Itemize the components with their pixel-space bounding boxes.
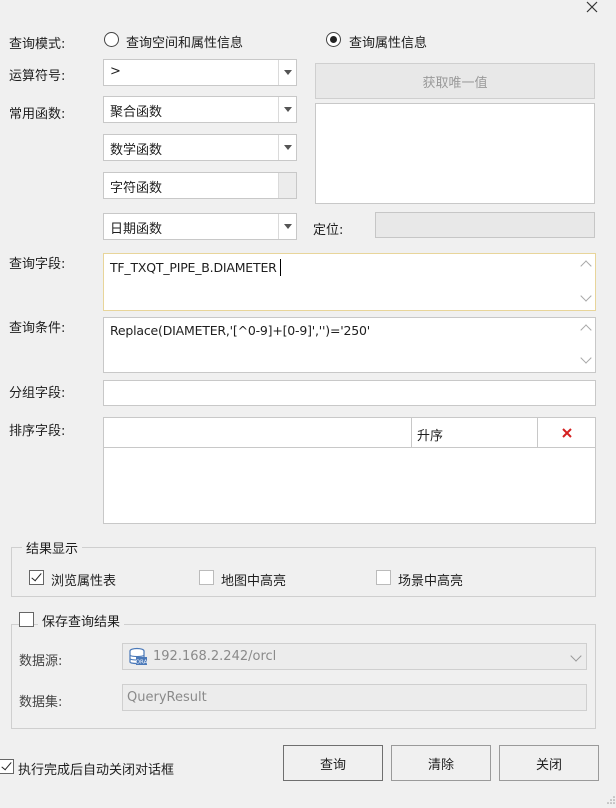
save-result-group xyxy=(11,624,596,729)
chevron-down-icon[interactable] xyxy=(278,135,296,160)
scroll-down-icon[interactable] xyxy=(580,352,592,364)
resize-grip-icon[interactable] xyxy=(606,793,616,804)
result-display-legend: 结果显示 xyxy=(22,538,83,557)
datasource-select[interactable]: ORA 192.168.2.242/orcl xyxy=(122,643,587,670)
sort-field-cell[interactable] xyxy=(104,418,412,447)
query-field-value: TF_TXQT_PIPE_B.DIAMETER xyxy=(110,260,277,275)
operator-value: > xyxy=(110,64,121,79)
query-button[interactable]: 查询 xyxy=(283,745,383,781)
locate-label: 定位: xyxy=(313,223,344,238)
group-field-input[interactable] xyxy=(103,380,596,406)
scene-highlight-label[interactable]: 场景中高亮 xyxy=(398,570,463,589)
query-condition-value: Replace(DIAMETER,'[^0-9]+[0-9]','')='250… xyxy=(110,323,370,338)
query-button-label: 查询 xyxy=(319,757,346,773)
clear-button[interactable]: 清除 xyxy=(391,745,491,781)
dataset-value: QueryResult xyxy=(127,690,207,705)
functions-label: 常用函数: xyxy=(9,107,66,122)
string-functions-select[interactable]: 字符函数 xyxy=(103,172,297,199)
query-field-scrollbar[interactable] xyxy=(578,254,595,310)
close-icon[interactable] xyxy=(583,0,601,16)
date-functions-value: 日期函数 xyxy=(110,222,163,237)
get-unique-values-label: 获取唯一值 xyxy=(422,75,488,91)
sort-order-value: 升序 xyxy=(417,429,444,444)
clear-button-label: 清除 xyxy=(427,757,454,773)
query-condition-textarea[interactable]: Replace(DIAMETER,'[^0-9]+[0-9]','')='250… xyxy=(103,317,596,373)
query-condition-scrollbar[interactable] xyxy=(578,318,595,372)
sort-row: 升序 xyxy=(104,418,595,448)
scroll-up-icon[interactable] xyxy=(580,324,592,336)
query-field-label: 查询字段: xyxy=(9,257,66,272)
map-highlight-checkbox[interactable] xyxy=(199,570,214,585)
delete-x-icon[interactable] xyxy=(538,418,595,447)
browse-table-label[interactable]: 浏览属性表 xyxy=(51,570,116,589)
datasource-value: 192.168.2.242/orcl xyxy=(153,649,277,664)
date-functions-select[interactable]: 日期函数 xyxy=(103,213,297,240)
save-result-label[interactable]: 保存查询结果 xyxy=(38,611,125,630)
query-condition-label: 查询条件: xyxy=(9,321,66,336)
sort-field-label: 排序字段: xyxy=(9,424,66,439)
browse-table-checkbox[interactable] xyxy=(29,570,44,585)
operator-select[interactable]: > xyxy=(103,59,297,86)
dataset-label: 数据集: xyxy=(19,695,63,710)
datasource-label: 数据源: xyxy=(19,654,63,669)
group-field-label: 分组字段: xyxy=(9,386,66,401)
radio-attribute-only-label[interactable]: 查询属性信息 xyxy=(349,32,427,51)
scroll-down-icon[interactable] xyxy=(580,290,592,302)
query-mode-label: 查询模式: xyxy=(9,37,66,52)
query-field-textarea[interactable]: TF_TXQT_PIPE_B.DIAMETER xyxy=(103,253,596,311)
operator-label: 运算符号: xyxy=(9,69,66,84)
text-cursor xyxy=(280,259,281,276)
chevron-down-icon[interactable] xyxy=(570,650,582,662)
dataset-input[interactable]: QueryResult xyxy=(122,684,587,711)
sort-field-grid[interactable]: 升序 xyxy=(103,417,596,524)
math-functions-value: 数学函数 xyxy=(110,143,163,158)
close-button-label: 关闭 xyxy=(535,757,562,773)
unique-values-list[interactable] xyxy=(315,103,595,204)
database-icon: ORA xyxy=(128,647,148,671)
aggregate-functions-select[interactable]: 聚合函数 xyxy=(103,96,297,123)
math-functions-select[interactable]: 数学函数 xyxy=(103,134,297,161)
scroll-up-icon[interactable] xyxy=(580,260,592,272)
auto-close-label[interactable]: 执行完成后自动关闭对话框 xyxy=(18,759,174,778)
radio-spatial-and-attribute[interactable] xyxy=(104,32,119,47)
scene-highlight-checkbox[interactable] xyxy=(376,570,391,585)
aggregate-functions-value: 聚合函数 xyxy=(110,105,163,120)
chevron-down-icon[interactable] xyxy=(278,214,296,239)
get-unique-values-button[interactable]: 获取唯一值 xyxy=(315,63,595,99)
string-functions-value: 字符函数 xyxy=(110,181,163,196)
close-button[interactable]: 关闭 xyxy=(499,745,599,781)
chevron-down-icon[interactable] xyxy=(278,60,296,85)
auto-close-checkbox[interactable] xyxy=(0,759,14,774)
string-functions-button-area[interactable] xyxy=(278,173,296,198)
chevron-down-icon[interactable] xyxy=(278,97,296,122)
sort-order-cell[interactable]: 升序 xyxy=(412,418,538,447)
save-result-checkbox[interactable] xyxy=(19,612,34,627)
map-highlight-label[interactable]: 地图中高亮 xyxy=(221,570,286,589)
radio-spatial-and-attribute-label[interactable]: 查询空间和属性信息 xyxy=(126,32,243,51)
locate-input[interactable] xyxy=(375,212,595,238)
svg-text:ORA: ORA xyxy=(136,660,148,666)
radio-attribute-only[interactable] xyxy=(326,32,341,47)
